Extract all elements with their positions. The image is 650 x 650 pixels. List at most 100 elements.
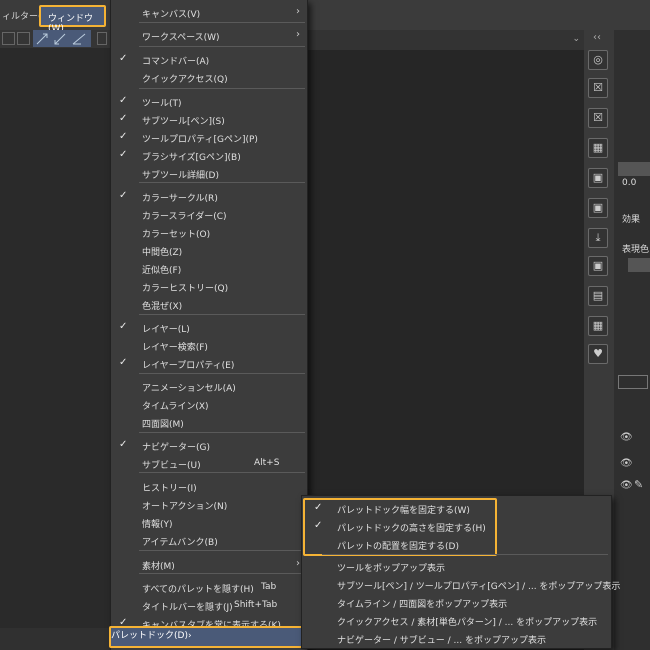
- menu-item[interactable]: すべてのパレットを隠す(H) Tab: [111, 579, 307, 597]
- status-strip: [0, 628, 110, 650]
- menu-separator: [139, 550, 305, 551]
- menu-item-label: ヒストリー(I): [142, 484, 197, 494]
- menu-item[interactable]: ✓ レイヤー(L): [111, 319, 307, 337]
- menu-item-label: サブビュー(U): [142, 461, 201, 471]
- menu-item[interactable]: アニメーションセル(A): [111, 378, 307, 396]
- command-bar: [0, 30, 110, 48]
- folder-icon[interactable]: ▣: [588, 256, 608, 276]
- selection-tools-icon: [36, 33, 86, 45]
- menu-item[interactable]: ✓ サブツール[ペン](S): [111, 111, 307, 129]
- submenu-item[interactable]: ツールをポップアップ表示: [302, 558, 611, 576]
- value-field[interactable]: 0.0: [622, 178, 636, 188]
- menu-item[interactable]: タイトルバーを隠す(J) Shift+Tab: [111, 597, 307, 615]
- menu-item[interactable]: 近似色(F): [111, 260, 307, 278]
- material-icon[interactable]: ☒: [588, 108, 608, 128]
- menu-item-label: ツールプロパティ[Gペン](P): [142, 135, 258, 145]
- submenu-item[interactable]: ✓ パレットドックの高さを固定する(H): [302, 518, 611, 536]
- chevron-down-icon[interactable]: ⌄: [572, 34, 580, 44]
- menu-item[interactable]: カラーヒストリー(Q): [111, 278, 307, 296]
- canvas-area[interactable]: [0, 48, 110, 628]
- eye-icon[interactable]: 👁: [620, 458, 633, 469]
- grid-icon[interactable]: ▦: [588, 316, 608, 336]
- menu-item[interactable]: ✓ ツール(T): [111, 93, 307, 111]
- search-icon[interactable]: ◎: [588, 50, 608, 70]
- submenu-item[interactable]: ナビゲーター / サブビュー / ... をポップアップ表示: [302, 630, 611, 648]
- toolbar-button[interactable]: [2, 32, 15, 45]
- menu-item[interactable]: ヒストリー(I): [111, 478, 307, 496]
- submenu-item[interactable]: サブツール[ペン] / ツールプロパティ[Gペン] / ... をポップアップ表…: [302, 576, 620, 594]
- heart-icon[interactable]: ♥: [588, 344, 608, 364]
- menu-item-label: コマンドバー(A): [142, 57, 210, 67]
- menu-item-label: 色混ぜ(X): [142, 302, 183, 312]
- menu-item[interactable]: ✓ コマンドバー(A): [111, 51, 307, 69]
- menu-item-label: タイトルバーを隠す(J): [142, 603, 233, 613]
- menu-item[interactable]: 四面図(M): [111, 414, 307, 432]
- menu-item[interactable]: ✓ ナビゲーター(G): [111, 437, 307, 455]
- submenu-item[interactable]: クイックアクセス / 素材[単色パターン] / ... をポップアップ表示: [302, 612, 611, 630]
- menu-item[interactable]: サブツール詳細(D): [111, 165, 307, 183]
- menu-item[interactable]: タイムライン(X): [111, 396, 307, 414]
- menu-item[interactable]: ✓ カラーサークル(R): [111, 188, 307, 206]
- expression-color-label: 表現色: [622, 245, 650, 255]
- chevron-right-icon: ›: [296, 6, 300, 17]
- folder-icon[interactable]: ▣: [588, 168, 608, 188]
- checkmark-icon: ✓: [119, 113, 128, 124]
- menu-item[interactable]: カラースライダー(C): [111, 206, 307, 224]
- menu-item-label: パレットドック(D): [111, 631, 188, 641]
- toolbar-selection-group[interactable]: [33, 30, 91, 47]
- menu-item-label: カラーセット(O): [142, 230, 211, 240]
- checkmark-icon: ✓: [119, 439, 128, 450]
- material-icon[interactable]: ☒: [588, 78, 608, 98]
- menu-item-label: オートアクション(N): [142, 502, 228, 512]
- menu-item[interactable]: レイヤー検索(F): [111, 337, 307, 355]
- submenu-item[interactable]: タイムライン / 四面図をポップアップ表示: [302, 594, 611, 612]
- menu-item[interactable]: 中間色(Z): [111, 242, 307, 260]
- menu-item[interactable]: オートアクション(N): [111, 496, 307, 514]
- checkmark-icon: ✓: [119, 95, 128, 106]
- material-icon[interactable]: ▦: [588, 138, 608, 158]
- eye-icon[interactable]: 👁: [620, 480, 633, 491]
- menu-item-label: 近似色(F): [142, 266, 182, 276]
- submenu-item[interactable]: パレットの配置を固定する(D): [302, 536, 611, 554]
- menu-item[interactable]: サブビュー(U) Alt+S: [111, 455, 307, 473]
- download-icon[interactable]: ⤓: [588, 228, 608, 248]
- menu-item[interactable]: カラーセット(O): [111, 224, 307, 242]
- menu-item-label: レイヤープロパティ(E): [142, 361, 235, 371]
- color-field[interactable]: [618, 162, 650, 176]
- collapse-icon[interactable]: ‹‹: [593, 32, 601, 43]
- menu-item-label: カラースライダー(C): [142, 212, 227, 222]
- menu-window[interactable]: ウィンドウ(W): [39, 5, 106, 34]
- menu-item-label: タイムライン(X): [142, 402, 209, 412]
- menu-item-label: サブツール[ペン](S): [142, 117, 225, 127]
- menu-item-label: 情報(Y): [142, 520, 173, 530]
- menu-item[interactable]: 情報(Y): [111, 514, 307, 532]
- menu-item[interactable]: ✓ ツールプロパティ[Gペン](P): [111, 129, 307, 147]
- expression-color-select[interactable]: [628, 258, 650, 272]
- menu-separator: [139, 22, 305, 23]
- menu-item-label: 中間色(Z): [142, 248, 183, 258]
- menu-item[interactable]: ワークスペース(W) ›: [111, 27, 307, 45]
- checkmark-icon: ✓: [119, 190, 128, 201]
- menu-item[interactable]: 色混ぜ(X): [111, 296, 307, 314]
- folder-icon[interactable]: ▤: [588, 286, 608, 306]
- submenu-item-label: クイックアクセス / 素材[単色パターン] / ... をポップアップ表示: [337, 618, 598, 628]
- menu-item[interactable]: キャンバス(V) ›: [111, 4, 307, 22]
- menu-item[interactable]: クイックアクセス(Q): [111, 69, 307, 87]
- checkmark-icon: ✓: [119, 53, 128, 64]
- menu-item[interactable]: アイテムバンク(B): [111, 532, 307, 550]
- menu-item[interactable]: ✓ レイヤープロパティ(E): [111, 355, 307, 373]
- grid-icon[interactable]: [97, 32, 107, 45]
- eye-icon[interactable]: 👁: [620, 432, 633, 443]
- menu-item[interactable]: ✓ ブラシサイズ[Gペン](B): [111, 147, 307, 165]
- menu-item[interactable]: パレットドック(D)›: [109, 626, 307, 648]
- submenu-item[interactable]: ✓ パレットドック幅を固定する(W): [302, 500, 611, 518]
- layer-mode-select[interactable]: [618, 375, 648, 389]
- menu-item-label: カラーサークル(R): [142, 194, 218, 204]
- folder-icon[interactable]: ▣: [588, 198, 608, 218]
- menu-item-shortcut: Shift+Tab: [234, 600, 278, 610]
- toolbar-button[interactable]: [17, 32, 30, 45]
- menu-item[interactable]: 素材(M) ›: [111, 556, 307, 574]
- menu-separator: [139, 46, 305, 47]
- menu-item-label: アイテムバンク(B): [142, 538, 218, 548]
- submenu-item-label: パレットの配置を固定する(D): [337, 542, 459, 552]
